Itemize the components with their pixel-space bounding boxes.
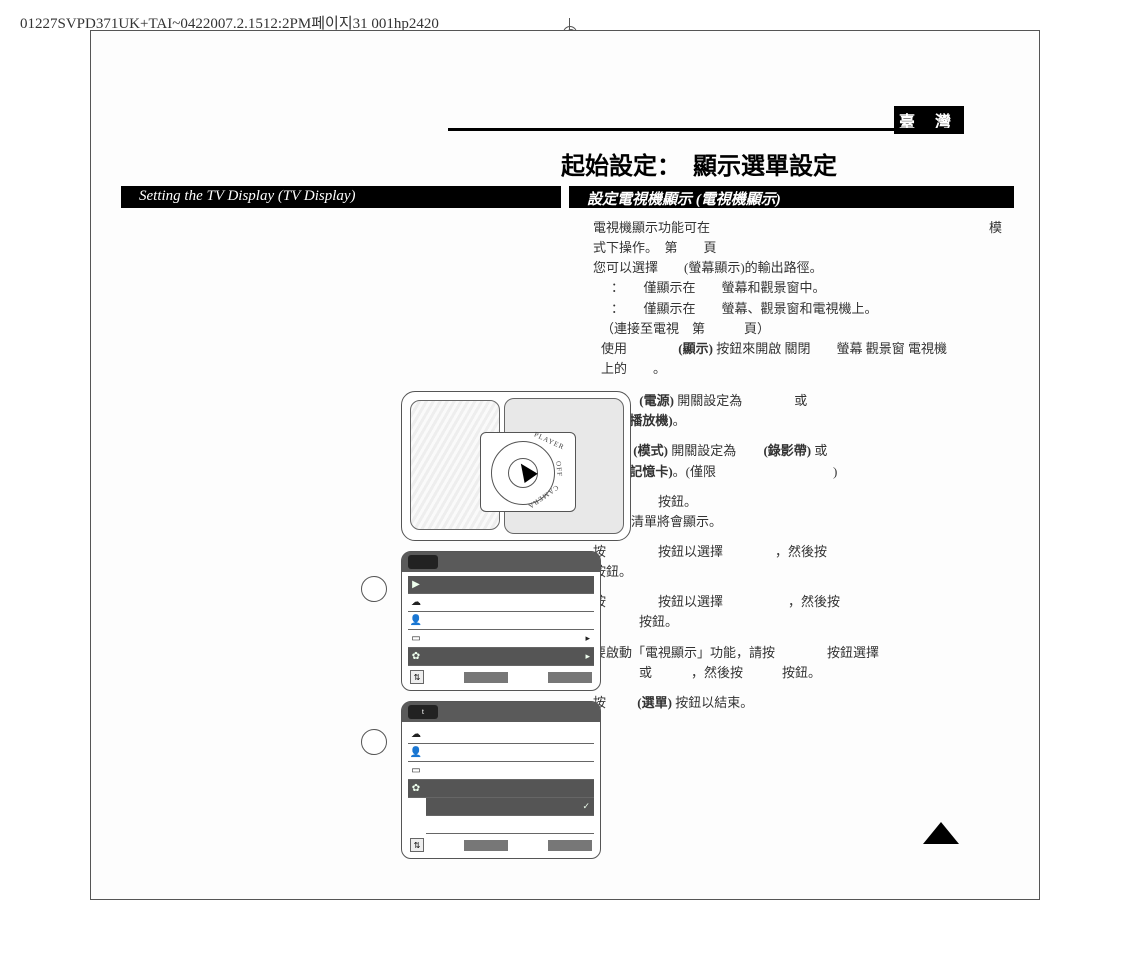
menu-mode-icon [408, 555, 438, 569]
menu-softkey [548, 672, 592, 683]
step7-b: 按鈕以結束。 [675, 695, 753, 710]
menu-subrow [426, 816, 594, 834]
menu-row: ▶ [408, 576, 594, 594]
menu-row: ☁ [408, 594, 594, 612]
intro-display-bold: (顯示) [678, 341, 713, 356]
intro-text: 電視機顯示功能可在 模 式下操作。 第 頁 您可以選擇 (螢幕顯示)的輸出路徑。… [569, 214, 1014, 383]
intro-line2: 式下操作。 第 頁 [593, 238, 1002, 258]
intro-line8: 上的 。 [593, 359, 1002, 379]
right-section-title: 設定電視機顯示 (電視機顯示) [569, 186, 1014, 208]
menu-panel-6: t ☁ 👤 ▭ ✿ ✓ ⇅ [401, 701, 601, 859]
intro-line7a: 使用 [601, 341, 627, 356]
step2-d: 。(僅限 ) [673, 464, 838, 479]
cloud-icon: ☁ [408, 597, 424, 608]
page-next-triangle-icon [923, 822, 959, 844]
menu-row: ▭ [408, 762, 594, 780]
gear-icon: ✿ [408, 783, 424, 794]
camcorder-illustration: PLAYER OFF CAMERA [401, 391, 631, 541]
callout-6 [361, 729, 387, 755]
chevron-right-icon: ▸ [585, 651, 594, 662]
display-icon: ▭ [408, 633, 424, 644]
gear-icon: ✿ [408, 651, 424, 662]
figure-group: PLAYER OFF CAMERA ▶ ☁ 👤 ▭▸ ✿▸ ⇅ [401, 391, 651, 859]
updown-icon: ⇅ [410, 838, 424, 852]
left-column: Setting the TV Display (TV Display) [121, 186, 561, 214]
menu-footer: ⇅ [402, 834, 600, 852]
menu-row: ✿▸ [408, 648, 594, 666]
dial-label-off: OFF [554, 461, 563, 477]
intro-line3: 您可以選擇 (螢幕顯示)的輸出路徑。 [593, 258, 1002, 278]
menu-subrow-selected: ✓ [426, 798, 594, 816]
person-icon: 👤 [408, 615, 424, 626]
intro-line1b: 模 [989, 218, 1002, 238]
menu-softkey [464, 672, 508, 683]
menu-header-4 [402, 552, 600, 572]
menu-row: ▭▸ [408, 630, 594, 648]
step2-b: 開關設定為 [671, 443, 736, 458]
power-dial-card: PLAYER OFF CAMERA [480, 432, 576, 512]
menu-softkey [548, 840, 592, 851]
play-icon: ▶ [408, 579, 424, 590]
menu-row: ✿ [408, 780, 594, 798]
menu-footer: ⇅ [402, 666, 600, 684]
menu-row: 👤 [408, 612, 594, 630]
left-section-title: Setting the TV Display (TV Display) [121, 186, 561, 208]
step2-tape: (錄影帶) [763, 443, 811, 458]
menu-row: ☁ [408, 726, 594, 744]
main-heading-zh: 起始設定： 顯示選單設定 [561, 146, 837, 181]
menu-mode-icon: t [408, 705, 438, 719]
person-icon: 👤 [408, 747, 424, 758]
step2-c: 或 [814, 443, 827, 458]
chevron-right-icon: ▸ [585, 633, 594, 644]
menu-softkey [464, 840, 508, 851]
cloud-icon: ☁ [408, 729, 424, 740]
intro-line1a: 電視機顯示功能可在 [593, 220, 710, 235]
display-icon: ▭ [408, 765, 424, 776]
menu-panel-4: ▶ ☁ 👤 ▭▸ ✿▸ ⇅ [401, 551, 601, 691]
page-frame: 臺 灣 起始設定： 顯示選單設定 Setting the TV Display … [90, 30, 1040, 900]
region-underline [448, 128, 964, 131]
intro-line6: （連接至電視 第 頁） [593, 319, 1002, 339]
callout-4 [361, 576, 387, 602]
updown-icon: ⇅ [410, 670, 424, 684]
intro-line4: ： 僅顯示在 螢幕和觀景窗中。 [593, 278, 1002, 298]
step1-b: 開關設定為 或 [677, 393, 807, 408]
intro-line7c: 按鈕來開啟 關閉 螢幕 觀景窗 電視機 [716, 341, 947, 356]
check-icon: ✓ [582, 801, 594, 812]
menu-row: 👤 [408, 744, 594, 762]
intro-line5: ： 僅顯示在 螢幕、觀景窗和電視機上。 [593, 299, 1002, 319]
step1-c: 。 [673, 413, 686, 428]
menu-header-6: t [402, 702, 600, 722]
step3-b: 選單清單將會顯示。 [593, 512, 1002, 532]
